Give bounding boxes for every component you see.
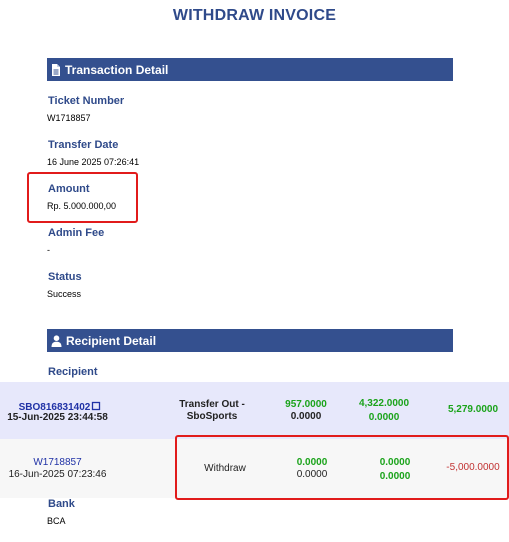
admin-fee-value: - (47, 245, 50, 255)
amount-col2-top: 4,322.0000 (358, 398, 410, 409)
amount-value: Rp. 5.000.000,00 (47, 201, 117, 211)
transaction-ref-cell: W1718857 (0, 457, 115, 468)
copy-icon[interactable] (91, 401, 101, 411)
transaction-detail-title: Transaction Detail (65, 62, 169, 77)
transaction-type: Transfer Out - SboSports (170, 399, 254, 423)
transfer-date-label: Transfer Date (48, 139, 119, 151)
bank-label: Bank (48, 498, 75, 510)
ticket-number-value: W1718857 (47, 113, 91, 123)
status-value: Success (47, 289, 82, 299)
balance-value: 5,279.0000 (447, 404, 499, 415)
bank-value: BCA (47, 516, 66, 526)
withdraw-highlight-box (175, 435, 509, 500)
transfer-date-value: 16 June 2025 07:26:41 (47, 157, 140, 167)
admin-fee-label: Admin Fee (48, 227, 105, 239)
recipient-label: Recipient (48, 366, 98, 378)
transaction-type-line1: Transfer Out - (179, 399, 245, 410)
user-icon (51, 334, 62, 347)
amount-column-2: 4,322.0000 0.0000 (350, 397, 418, 425)
document-icon (52, 63, 60, 76)
amount-col2-bottom: 0.0000 (368, 412, 400, 423)
status-label: Status (48, 271, 82, 283)
transaction-datetime: 16-Jun-2025 07:23:46 (8, 469, 107, 480)
transaction-detail-header: Transaction Detail (47, 58, 453, 81)
recipient-detail-header: Recipient Detail (47, 329, 453, 352)
amount-highlight-box (27, 172, 138, 223)
table-row: SBO816831402 15-Jun-2025 23:44:58 Transf… (0, 382, 509, 439)
page-title: WITHDRAW INVOICE (172, 7, 337, 24)
amount-label: Amount (48, 183, 90, 195)
amount-col1-bottom: 0.0000 (290, 411, 322, 422)
recipient-detail-title: Recipient Detail (66, 333, 157, 348)
amount-column-1: 957.0000 0.0000 (276, 399, 336, 423)
transaction-ref-link[interactable]: W1718857 (33, 457, 81, 468)
amount-col1-top: 957.0000 (285, 399, 327, 410)
ticket-number-label: Ticket Number (48, 95, 125, 107)
transaction-type-line2: SboSports (186, 411, 238, 422)
transaction-datetime: 15-Jun-2025 23:44:58 (7, 412, 108, 423)
